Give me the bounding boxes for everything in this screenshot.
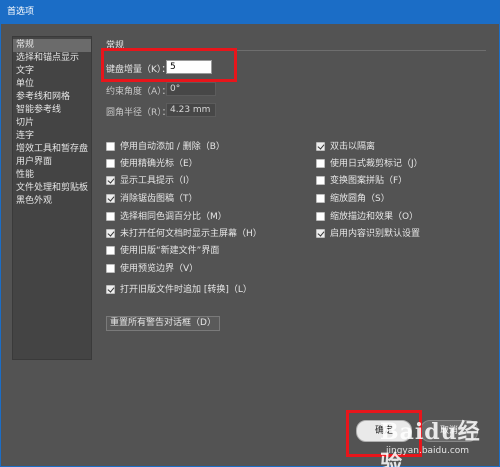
sidebar-item-type[interactable]: 文字 bbox=[13, 65, 91, 78]
watermark-logo-text: Baidu经验 bbox=[380, 419, 481, 467]
sidebar-item-file-clipboard[interactable]: 文件处理和剪贴板 bbox=[13, 182, 91, 195]
append-converted-label: 打开旧版文件时追加 [转换]（L） bbox=[120, 285, 252, 295]
sidebar-item-selection-anchor[interactable]: 选择和锚点显示 bbox=[13, 52, 91, 65]
content-aware-defaults-label: 启用内容识别默认设置 bbox=[330, 229, 421, 239]
transform-pattern-tiles-label: 变换图案拼贴（F） bbox=[330, 176, 408, 186]
double-click-isolate-checkbox[interactable] bbox=[316, 142, 325, 151]
precise-cursors-label: 使用精确光标（E） bbox=[120, 159, 198, 169]
preview-bounds-checkbox[interactable] bbox=[106, 264, 115, 273]
show-tooltips-label: 显示工具提示（I） bbox=[120, 176, 195, 186]
sidebar-item-general[interactable]: 常规 bbox=[13, 39, 91, 52]
anti-aliased-artwork-checkbox[interactable] bbox=[106, 194, 115, 203]
disable-auto-add-delete-checkbox[interactable] bbox=[106, 142, 115, 151]
highlight-box-keyboard-increment bbox=[101, 48, 237, 82]
sidebar-item-hyphenation[interactable]: 连字 bbox=[13, 130, 91, 143]
legacy-new-file-label: 使用旧版“新建文件”界面 bbox=[120, 246, 220, 256]
select-same-tint-checkbox[interactable] bbox=[106, 212, 115, 221]
scale-corners-label: 缩放圆角（S） bbox=[330, 194, 390, 204]
sidebar-item-black-appearance[interactable]: 黑色外观 bbox=[13, 195, 91, 208]
disable-auto-add-delete-label: 停用自动添加 / 删除（B） bbox=[120, 142, 225, 152]
double-click-isolate-label: 双击以隔离 bbox=[330, 142, 376, 152]
japanese-crop-marks-checkbox[interactable] bbox=[316, 159, 325, 168]
scale-corners-checkbox[interactable] bbox=[316, 194, 325, 203]
constrain-angle-label: 约束角度（A）： bbox=[106, 87, 171, 97]
content-aware-defaults-checkbox[interactable] bbox=[316, 229, 325, 238]
transform-pattern-tiles-checkbox[interactable] bbox=[316, 176, 325, 185]
reset-warning-dialogs-button[interactable]: 重置所有警告对话框（D） bbox=[106, 316, 220, 331]
constrain-angle-input[interactable]: 0° bbox=[166, 82, 216, 96]
sidebar-item-user-interface[interactable]: 用户界面 bbox=[13, 156, 91, 169]
sidebar-item-guides-grid[interactable]: 参考线和网格 bbox=[13, 91, 91, 104]
sidebar-item-plugins-scratch[interactable]: 增效工具和暂存盘 bbox=[13, 143, 91, 156]
sidebar-item-performance[interactable]: 性能 bbox=[13, 169, 91, 182]
select-same-tint-label: 选择相同色调百分比（M） bbox=[120, 212, 227, 222]
japanese-crop-marks-label: 使用日式裁剪标记（J） bbox=[330, 159, 423, 169]
sidebar-item-units[interactable]: 单位 bbox=[13, 78, 91, 91]
preview-bounds-label: 使用预览边界（V） bbox=[120, 264, 199, 274]
show-home-screen-label: 未打开任何文档时显示主屏幕（H） bbox=[120, 229, 262, 239]
corner-radius-label: 圆角半径（R）： bbox=[106, 108, 171, 118]
sidebar-item-smart-guides[interactable]: 智能参考线 bbox=[13, 104, 91, 117]
anti-aliased-artwork-label: 消除锯齿图稿（T） bbox=[120, 194, 198, 204]
window-title: 首选项 bbox=[0, 0, 500, 24]
show-tooltips-checkbox[interactable] bbox=[106, 176, 115, 185]
precise-cursors-checkbox[interactable] bbox=[106, 159, 115, 168]
watermark: Baidu经验 jingyan.baidu.com bbox=[366, 414, 500, 467]
append-converted-checkbox[interactable] bbox=[106, 285, 115, 294]
category-sidebar: 常规 选择和锚点显示 文字 单位 参考线和网格 智能参考线 切片 连字 增效工具… bbox=[12, 36, 92, 360]
corner-radius-input[interactable]: 4.23 mm bbox=[166, 103, 216, 117]
show-home-screen-checkbox[interactable] bbox=[106, 229, 115, 238]
watermark-url: jingyan.baidu.com bbox=[386, 446, 470, 456]
sidebar-item-slices[interactable]: 切片 bbox=[13, 117, 91, 130]
legacy-new-file-checkbox[interactable] bbox=[106, 246, 115, 255]
scale-strokes-effects-checkbox[interactable] bbox=[316, 212, 325, 221]
scale-strokes-effects-label: 缩放描边和效果（O） bbox=[330, 212, 419, 222]
